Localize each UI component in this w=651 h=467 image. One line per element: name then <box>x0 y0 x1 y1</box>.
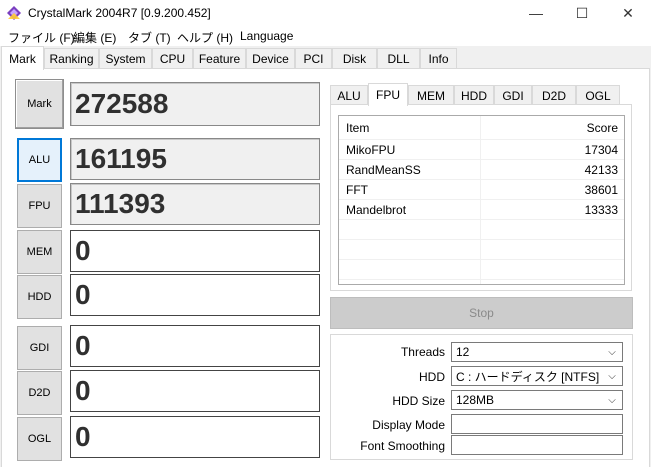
table-row-empty <box>339 240 624 260</box>
minimize-button[interactable]: — <box>513 0 559 26</box>
subtab-gdi[interactable]: GDI <box>494 85 532 105</box>
fpu-score: 111393 <box>70 183 320 225</box>
table-row-empty <box>339 220 624 240</box>
close-button[interactable]: ✕ <box>605 0 651 26</box>
ogl-button[interactable]: OGL <box>17 417 62 461</box>
display-mode-field[interactable] <box>451 414 623 434</box>
hdd-size-select[interactable]: 128MB ⌵ <box>451 390 623 410</box>
column-header-score: Score <box>586 121 618 135</box>
display-mode-label: Display Mode <box>372 418 445 432</box>
hdd-button[interactable]: HDD <box>17 275 62 319</box>
results-table[interactable]: Item Score MikoFPU 17304 RandMeanSS 4213… <box>338 115 625 285</box>
font-smoothing-label: Font Smoothing <box>360 439 445 453</box>
menu-file[interactable]: ファイル (F) <box>8 29 75 46</box>
subtab-mem[interactable]: MEM <box>408 85 454 105</box>
mem-score: 0 <box>70 230 320 272</box>
menu-tab[interactable]: タブ (T) <box>128 29 171 46</box>
tab-pci[interactable]: PCI <box>295 48 332 69</box>
hdd-select[interactable]: C : ハードディスク [NTFS] ⌵ <box>451 366 623 386</box>
table-row-empty <box>339 260 624 280</box>
fpu-button[interactable]: FPU <box>17 184 62 228</box>
tab-info[interactable]: Info <box>420 48 457 69</box>
hdd-value: C : ハードディスク [NTFS] <box>456 369 600 384</box>
table-row: MikoFPU 17304 <box>339 140 624 160</box>
mark-score: 272588 <box>70 82 320 126</box>
hdd-label: HDD <box>419 370 445 384</box>
row-item: RandMeanSS <box>346 163 421 177</box>
row-score: 13333 <box>584 203 618 217</box>
benchmark-tab-bar: ALU FPU MEM HDD GDI D2D OGL <box>330 83 632 106</box>
gdi-button[interactable]: GDI <box>17 326 62 370</box>
hdd-size-label: HDD Size <box>392 394 445 408</box>
chevron-down-icon: ⌵ <box>608 370 616 382</box>
title-bar: CrystalMark 2004R7 [0.9.200.452] — ☐ ✕ <box>0 0 651 26</box>
font-smoothing-field[interactable] <box>451 435 623 455</box>
threads-label: Threads <box>400 345 445 359</box>
subtab-alu[interactable]: ALU <box>330 85 368 105</box>
fpu-results-panel: Item Score MikoFPU 17304 RandMeanSS 4213… <box>330 104 632 291</box>
mem-button[interactable]: MEM <box>17 230 62 274</box>
mark-button[interactable]: Mark <box>15 79 64 129</box>
minimize-icon: — <box>529 5 543 21</box>
chevron-down-icon: ⌵ <box>608 346 616 358</box>
row-score: 17304 <box>584 143 618 157</box>
ogl-score: 0 <box>70 416 320 458</box>
subtab-hdd[interactable]: HDD <box>454 85 494 105</box>
tab-system[interactable]: System <box>99 48 152 69</box>
alu-button[interactable]: ALU <box>17 138 62 182</box>
tab-cpu[interactable]: CPU <box>152 48 193 69</box>
column-header-item: Item <box>346 121 370 135</box>
maximize-button[interactable]: ☐ <box>559 0 605 26</box>
main-tab-bar: Mark Ranking System CPU Feature Device P… <box>0 46 651 70</box>
menu-language[interactable]: Language <box>240 29 293 43</box>
tab-disk[interactable]: Disk <box>332 48 377 69</box>
stop-button[interactable]: Stop <box>330 297 633 329</box>
tab-ranking[interactable]: Ranking <box>44 48 99 69</box>
tab-device[interactable]: Device <box>246 48 295 69</box>
table-row: Mandelbrot 13333 <box>339 200 624 220</box>
d2d-button[interactable]: D2D <box>17 371 62 415</box>
row-score: 42133 <box>584 163 618 177</box>
hdd-score: 0 <box>70 274 320 316</box>
row-item: Mandelbrot <box>346 203 407 217</box>
app-icon <box>6 5 22 21</box>
window-title: CrystalMark 2004R7 [0.9.200.452] <box>28 6 211 20</box>
menu-edit[interactable]: 編集 (E) <box>73 29 116 46</box>
table-header-row: Item Score <box>339 116 624 140</box>
threads-select[interactable]: 12 ⌵ <box>451 342 623 362</box>
subtab-d2d[interactable]: D2D <box>532 85 576 105</box>
row-item: FFT <box>346 183 368 197</box>
table-row: RandMeanSS 42133 <box>339 160 624 180</box>
table-row: FFT 38601 <box>339 180 624 200</box>
row-item: MikoFPU <box>346 143 396 157</box>
tab-dll[interactable]: DLL <box>377 48 420 69</box>
menu-bar: ファイル (F) 編集 (E) タブ (T) ヘルプ (H) Language <box>0 26 651 46</box>
row-score: 38601 <box>584 183 618 197</box>
threads-value: 12 <box>456 345 470 359</box>
tab-mark[interactable]: Mark <box>1 46 44 70</box>
alu-score: 161195 <box>70 138 320 180</box>
close-icon: ✕ <box>622 4 634 21</box>
hdd-size-value: 128MB <box>456 393 495 407</box>
settings-panel: Threads 12 ⌵ HDD C : ハードディスク [NTFS] ⌵ HD… <box>330 334 633 460</box>
gdi-score: 0 <box>70 325 320 367</box>
subtab-fpu[interactable]: FPU <box>368 83 408 106</box>
tab-feature[interactable]: Feature <box>193 48 246 69</box>
maximize-icon: ☐ <box>575 4 589 21</box>
subtab-ogl[interactable]: OGL <box>576 85 620 105</box>
menu-help[interactable]: ヘルプ (H) <box>177 29 233 46</box>
d2d-score: 0 <box>70 370 320 412</box>
chevron-down-icon: ⌵ <box>608 394 616 406</box>
